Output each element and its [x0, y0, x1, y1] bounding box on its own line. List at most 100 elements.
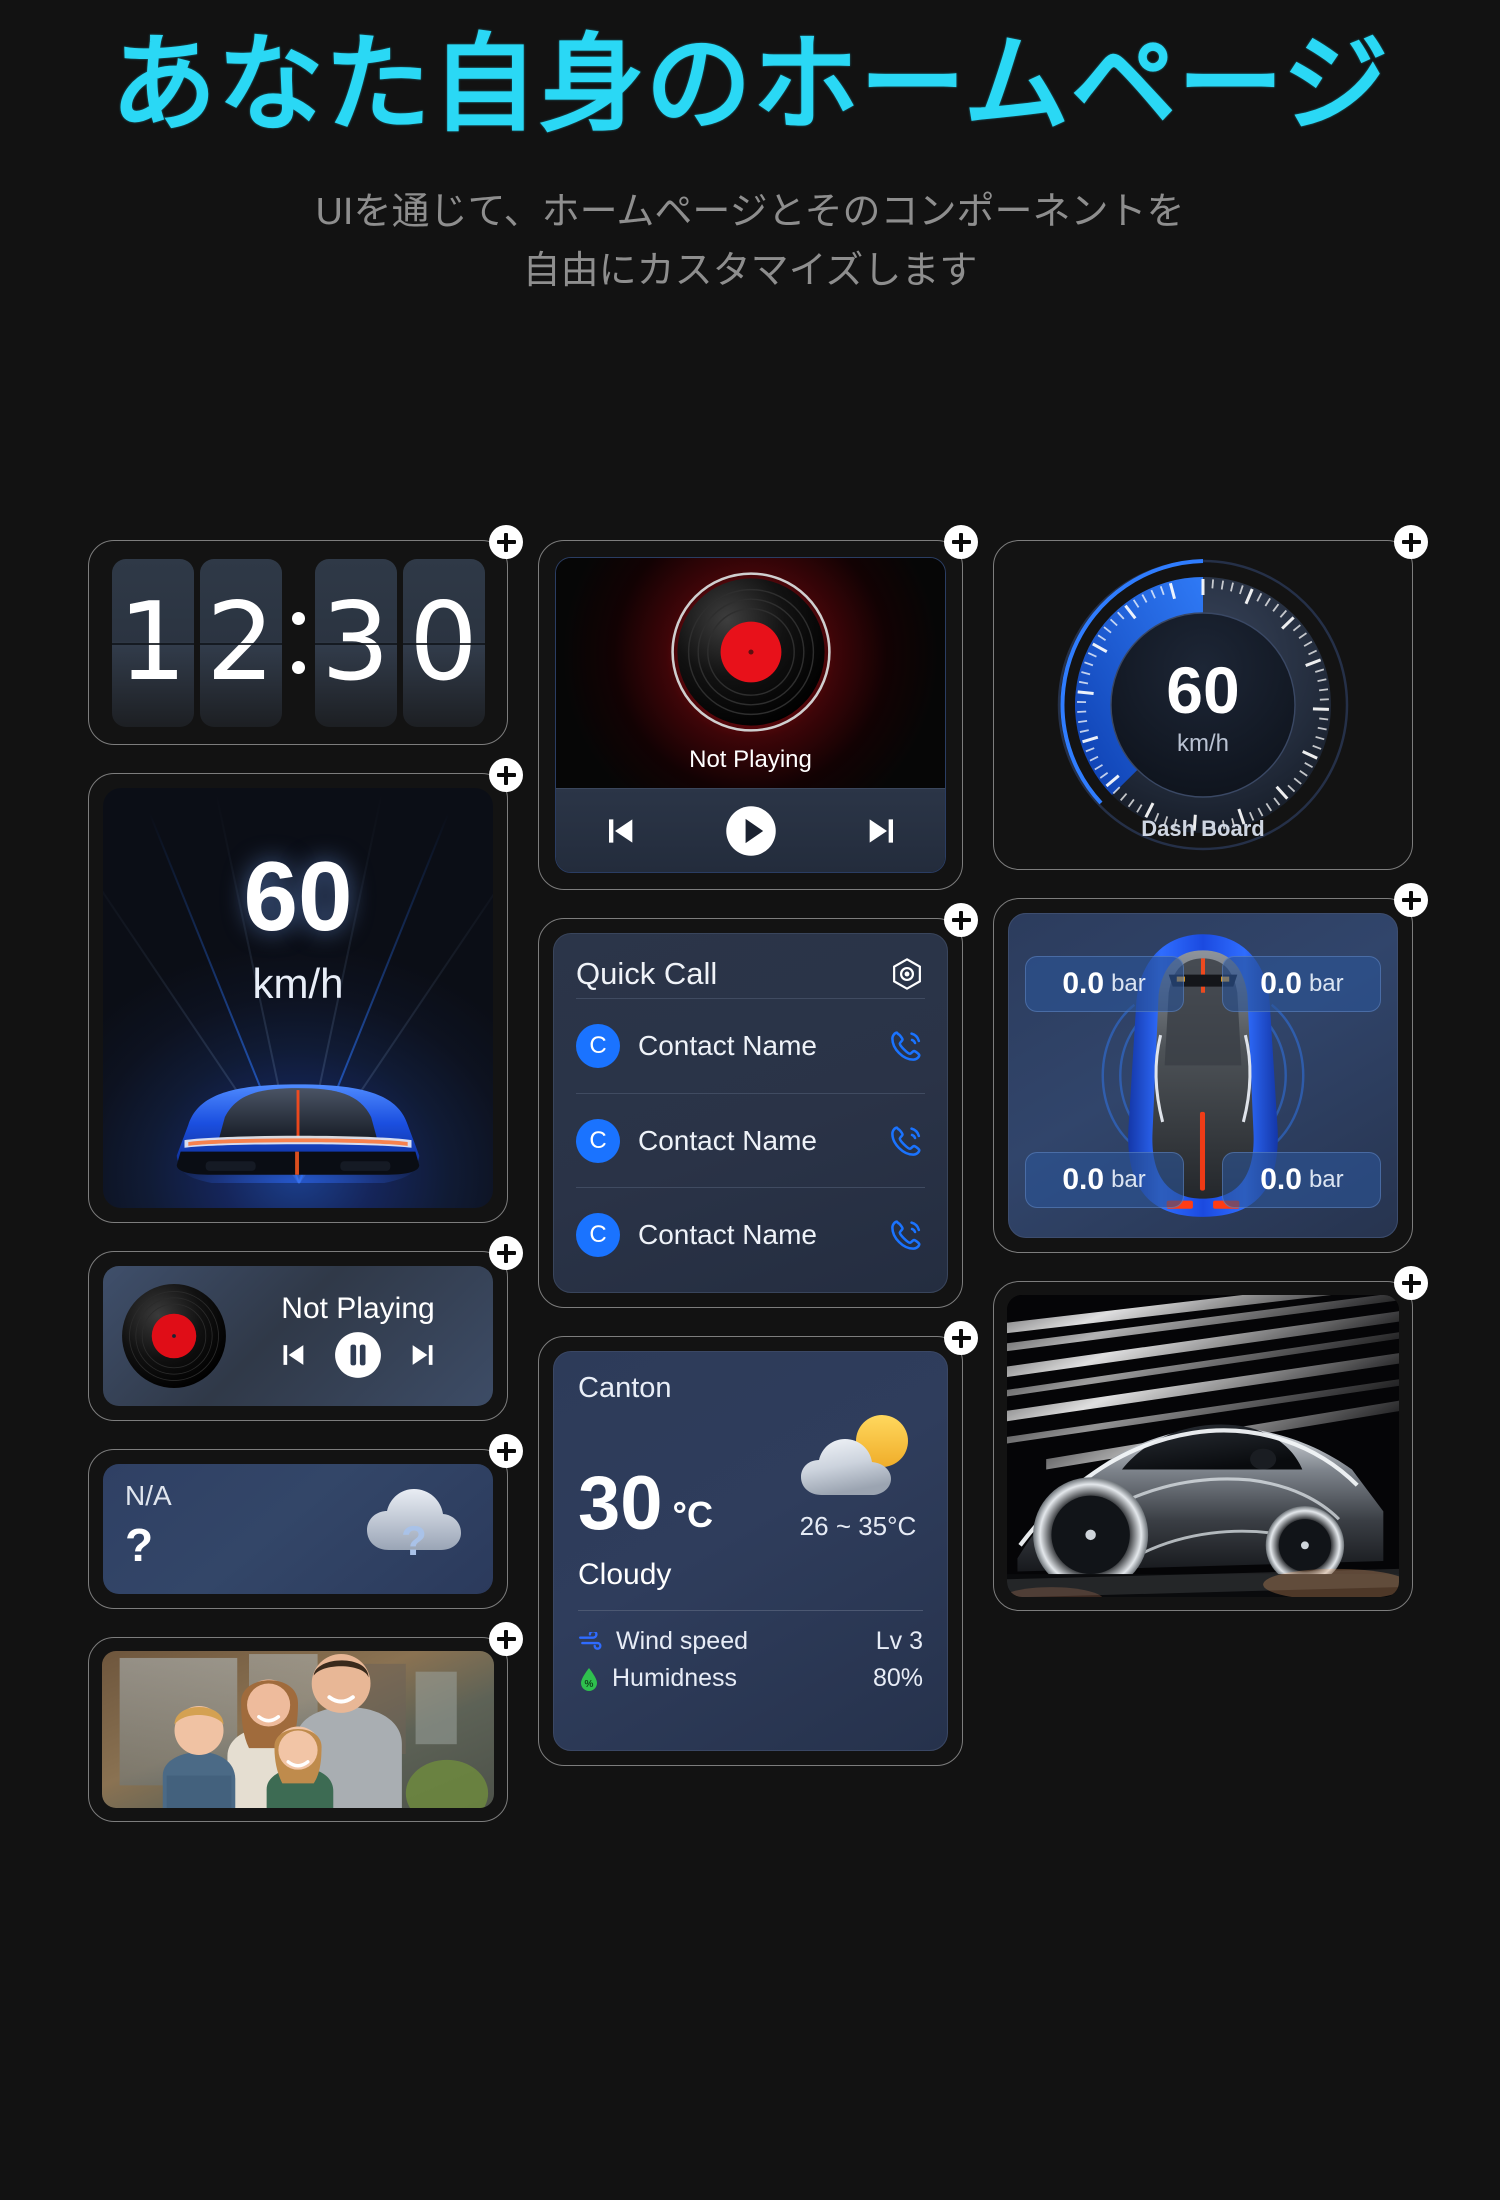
plus-icon[interactable] [944, 525, 978, 559]
weather-stat-value: Lv 3 [875, 1627, 923, 1655]
weather-unit: °C [672, 1494, 713, 1535]
page-title: あなた自身のホームページ [110, 26, 1390, 144]
plus-icon[interactable] [489, 758, 523, 792]
mini-music-status: Not Playing [281, 1292, 435, 1325]
tire-value: 0.0 [1260, 966, 1302, 1000]
music-player-widget[interactable]: Not Playing [538, 525, 978, 890]
gauge-unit: km/h [1177, 730, 1229, 757]
clock-digit-tile: 1 [111, 558, 194, 727]
tire-value: 0.0 [1062, 966, 1105, 1000]
sports-car-rear-illustration [176, 1084, 420, 1183]
music-album-art: Not Playing [556, 558, 945, 788]
pause-icon[interactable] [333, 1330, 383, 1380]
plus-icon[interactable] [489, 1622, 523, 1656]
play-icon[interactable] [724, 804, 778, 858]
skip-previous-icon[interactable] [275, 1338, 309, 1372]
weather-temperature: 30 [578, 1461, 663, 1546]
clock-digit-1: 1 [118, 579, 187, 705]
plus-icon[interactable] [489, 1236, 523, 1270]
weather-stat-humidity: % Humidness 80% [578, 1660, 923, 1697]
plus-icon[interactable] [944, 1321, 978, 1355]
plus-icon[interactable] [1394, 883, 1428, 917]
weather-widget[interactable]: Canton 30 °C 26 ~ 35°C Cloudy Wind speed… [538, 1321, 978, 1766]
weather-stat-label: Wind speed [616, 1627, 749, 1655]
na-weather-body: N/A ? ? [103, 1464, 493, 1594]
family-photo [102, 1651, 494, 1808]
music-player-body: Not Playing [555, 557, 946, 873]
weather-stat-value: 80% [872, 1664, 923, 1692]
car-wallpaper-image [1007, 1295, 1399, 1597]
clock-widget[interactable]: 1 2 3 0 [88, 525, 523, 745]
mini-music-widget[interactable]: Not Playing [88, 1236, 523, 1421]
quick-call-body: Quick Call C Contact Name C Contact Name… [553, 933, 948, 1293]
avatar: C [576, 1023, 620, 1068]
skip-previous-icon[interactable] [599, 811, 639, 851]
clock-digit-tile: 3 [314, 558, 397, 727]
plus-icon[interactable] [1394, 1266, 1428, 1300]
avatar: C [576, 1118, 620, 1163]
hud-speed-unit: km/h [252, 960, 344, 1008]
plus-icon[interactable] [489, 525, 523, 559]
na-weather-widget[interactable]: N/A ? ? [88, 1434, 523, 1609]
svg-text:?: ? [401, 1517, 427, 1564]
tire-value: 0.0 [1062, 1162, 1105, 1196]
weather-range: 26 ~ 35°C [799, 1511, 917, 1541]
silver-sportscar-illustration [1007, 1295, 1399, 1597]
mini-music-right: Not Playing [241, 1292, 475, 1380]
sun-behind-cloud-icon [801, 1415, 908, 1495]
phone-ring-icon[interactable] [887, 1027, 925, 1065]
clock-digits: 1 2 3 0 [105, 557, 491, 728]
wind-icon [578, 1631, 602, 1650]
widget-column-left: 1 2 3 0 60 km/h Not Playing N/A ? ? [88, 525, 523, 1822]
clock-colon [288, 611, 309, 674]
phone-ring-icon[interactable] [887, 1122, 925, 1160]
mini-music-body: Not Playing [103, 1266, 493, 1406]
divider [578, 1610, 923, 1611]
avatar: C [576, 1213, 620, 1258]
tire-pressure-body: 0.0 bar 0.0 bar 0.0 bar 0.0 bar [1008, 913, 1398, 1238]
quick-call-contact-row[interactable]: C Contact Name [576, 998, 925, 1093]
car-wallpaper-widget[interactable] [993, 1266, 1428, 1611]
page-subtitle-line-1: UIを通じて、ホームページとそのコンポーネントを [315, 190, 1185, 233]
tire-unit: bar [1111, 969, 1146, 997]
dashboard-gauge-widget[interactable]: 60 km/h Dash Board [993, 525, 1428, 870]
humidity-droplet-icon: % [581, 1667, 597, 1691]
quick-call-widget[interactable]: Quick Call C Contact Name C Contact Name… [538, 903, 978, 1308]
cloud-question-icon: ? [367, 1489, 461, 1564]
contact-name: Contact Name [638, 1219, 817, 1251]
tire-unit: bar [1111, 1165, 1146, 1193]
quick-call-title: Quick Call [576, 956, 718, 991]
tire-pressure-front-left: 0.0 bar [1024, 955, 1184, 1012]
speedometer-gauge: 60 km/h Dash Board [1057, 559, 1349, 851]
gauge-value: 60 [1166, 653, 1239, 727]
tire-pressure-front-right: 0.0 bar [1222, 955, 1382, 1012]
clock-digit-tile: 0 [402, 558, 485, 727]
music-status: Not Playing [689, 746, 812, 773]
vinyl-record-icon [670, 572, 831, 732]
quick-call-contact-row[interactable]: C Contact Name [576, 1187, 925, 1282]
plus-icon[interactable] [489, 1434, 523, 1468]
quick-call-contact-row[interactable]: C Contact Name [576, 1092, 925, 1188]
tire-pressure-widget[interactable]: 0.0 bar 0.0 bar 0.0 bar 0.0 bar [993, 883, 1428, 1253]
dashboard-gauge-body: 60 km/h Dash Board [1006, 553, 1400, 857]
page-subtitle-line-2: 自由にカスタマイズします [522, 249, 978, 292]
quick-call-header: Quick Call [576, 956, 925, 992]
skip-next-icon[interactable] [407, 1338, 441, 1372]
hexagon-settings-icon[interactable] [889, 956, 925, 992]
tire-unit: bar [1308, 1165, 1344, 1193]
clock-digit-2: 2 [206, 579, 275, 705]
plus-icon[interactable] [1394, 525, 1428, 559]
svg-text:%: % [585, 1679, 594, 1690]
skip-next-icon[interactable] [863, 811, 903, 851]
hud-speed-widget[interactable]: 60 km/h [88, 758, 523, 1223]
clock-digit-3: 3 [321, 579, 390, 705]
phone-ring-icon[interactable] [887, 1216, 925, 1254]
photo-widget[interactable] [88, 1622, 523, 1822]
weather-body: Canton 30 °C 26 ~ 35°C Cloudy Wind speed… [553, 1351, 948, 1751]
plus-icon[interactable] [944, 903, 978, 937]
tire-unit: bar [1308, 969, 1344, 997]
music-controls [556, 788, 945, 872]
tire-value: 0.0 [1260, 1162, 1302, 1196]
widget-grid: 1 2 3 0 60 km/h Not Playing N/A ? ? Not … [88, 525, 1428, 1822]
weather-stat-label: Humidness [612, 1664, 738, 1692]
